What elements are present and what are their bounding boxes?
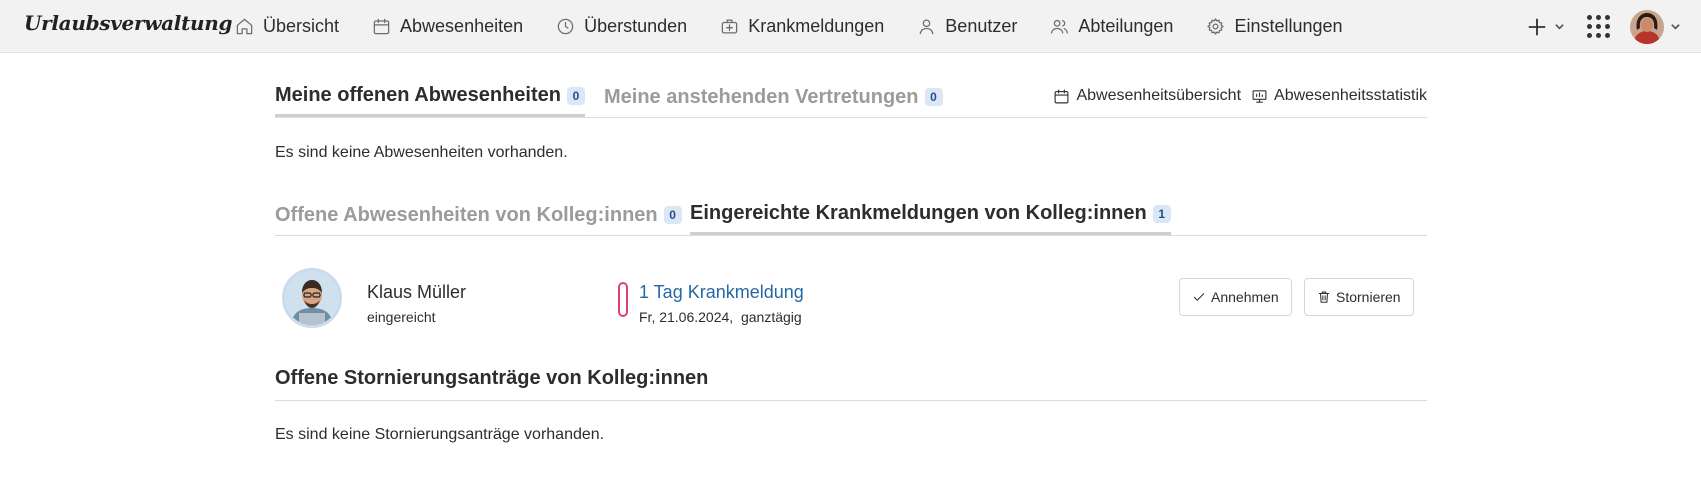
nav-item-label: Abwesenheiten xyxy=(400,16,524,36)
nav-item-overview[interactable]: Übersicht xyxy=(235,0,339,53)
cancellations-heading: Offene Stornierungsanträge von Kolleg:in… xyxy=(275,367,1427,401)
gear-icon xyxy=(1207,18,1225,35)
sick-note-row: Klaus Müller eingereicht 1 Tag Krankmeld… xyxy=(275,236,1427,342)
nav-item-label: Abteilungen xyxy=(1078,16,1174,36)
nav-item-sick-notes[interactable]: Krankmeldungen xyxy=(720,0,884,53)
sick-note-type-indicator xyxy=(618,282,628,317)
tab-label: Meine offenen Abwesenheiten xyxy=(275,84,561,106)
tab-my-upcoming-replacements[interactable]: Meine anstehenden Vertretungen 0 xyxy=(604,77,943,117)
calendar-icon xyxy=(373,18,390,35)
nav-item-label: Benutzer xyxy=(945,16,1018,36)
nav-item-settings[interactable]: Einstellungen xyxy=(1206,0,1343,53)
avatar xyxy=(1630,9,1664,44)
tab-my-open-absences[interactable]: Meine offenen Abwesenheiten 0 xyxy=(275,77,585,117)
absence-links: Abwesenheitsübersicht Abwesenheitsstatis… xyxy=(1043,87,1427,105)
trash-icon xyxy=(1318,291,1330,303)
home-icon xyxy=(236,18,253,35)
accept-button[interactable]: Annehmen xyxy=(1179,278,1292,316)
count-badge: 0 xyxy=(566,86,585,105)
main-content: Meine offenen Abwesenheiten 0 Meine anst… xyxy=(275,53,1427,444)
nav-item-users[interactable]: Benutzer xyxy=(917,0,1017,53)
user-icon xyxy=(919,19,934,35)
count-badge: 0 xyxy=(924,88,943,106)
top-navigation-bar: Urlaubsverwaltung Übersicht Abwesenheite… xyxy=(0,0,1701,53)
nav-item-departments[interactable]: Abteilungen xyxy=(1050,0,1173,53)
tab-colleagues-open-absences[interactable]: Offene Abwesenheiten von Kolleg:innen 0 xyxy=(275,195,682,235)
absence-overview-link[interactable]: Abwesenheitsübersicht xyxy=(1053,87,1241,105)
check-icon xyxy=(1193,293,1205,301)
avatar xyxy=(282,268,342,328)
button-label: Stornieren xyxy=(1336,289,1401,305)
tab-label: Offene Abwesenheiten von Kolleg:innen xyxy=(275,203,658,226)
nav-item-absences[interactable]: Abwesenheiten xyxy=(372,0,523,53)
nav-item-overtime[interactable]: Überstunden xyxy=(556,0,687,53)
link-label: Abwesenheitsübersicht xyxy=(1076,87,1242,104)
link-label: Abwesenheitsstatistik xyxy=(1274,87,1427,104)
person-name: Klaus Müller xyxy=(367,282,467,302)
no-cancellations-message: Es sind keine Stornierungsanträge vorhan… xyxy=(275,426,605,443)
user-menu-button[interactable] xyxy=(1630,9,1681,44)
no-absences-message: Es sind keine Abwesenheiten vorhanden. xyxy=(275,144,568,161)
users-icon xyxy=(1051,19,1069,34)
nav-item-label: Überstunden xyxy=(584,16,688,36)
calendar-icon xyxy=(1055,89,1069,103)
nav-right-actions xyxy=(1526,0,1681,53)
cancel-button[interactable]: Stornieren xyxy=(1304,278,1414,316)
app-brand-logo[interactable]: Urlaubsverwaltung xyxy=(24,11,232,35)
tab-label: Meine anstehenden Vertretungen xyxy=(604,85,919,108)
count-badge: 0 xyxy=(663,206,682,224)
my-absences-tabs: Meine offenen Abwesenheiten 0 Meine anst… xyxy=(275,53,1427,118)
chevron-down-icon xyxy=(1671,24,1680,30)
clock-icon xyxy=(557,18,574,35)
tab-label: Eingereichte Krankmeldungen von Kolleg:i… xyxy=(690,202,1147,224)
create-new-button[interactable] xyxy=(1526,16,1565,38)
button-label: Annehmen xyxy=(1211,289,1279,305)
chevron-down-icon xyxy=(1555,24,1564,30)
colleagues-tabs: Offene Abwesenheiten von Kolleg:innen 0 … xyxy=(275,188,1427,236)
nav-item-label: Einstellungen xyxy=(1234,16,1343,36)
count-badge: 1 xyxy=(1152,204,1171,223)
tab-colleagues-sick-notes[interactable]: Eingereichte Krankmeldungen von Kolleg:i… xyxy=(690,195,1171,235)
sick-note-link[interactable]: 1 Tag Krankmeldung xyxy=(639,282,804,303)
sick-note-date: Fr, 21.06.2024, ganztägig xyxy=(639,309,802,325)
nav-item-label: Krankmeldungen xyxy=(748,16,885,36)
absence-statistics-link[interactable]: Abwesenheitsstatistik xyxy=(1251,87,1427,105)
apps-grid-icon[interactable] xyxy=(1587,15,1610,38)
medical-case-icon xyxy=(721,19,738,34)
presentation-chart-icon xyxy=(1252,89,1267,103)
main-nav: Übersicht Abwesenheiten Überstunden Kran… xyxy=(235,0,1376,53)
plus-icon xyxy=(1528,18,1546,35)
sick-note-status: eingereicht xyxy=(367,309,436,325)
nav-item-label: Übersicht xyxy=(263,16,340,36)
